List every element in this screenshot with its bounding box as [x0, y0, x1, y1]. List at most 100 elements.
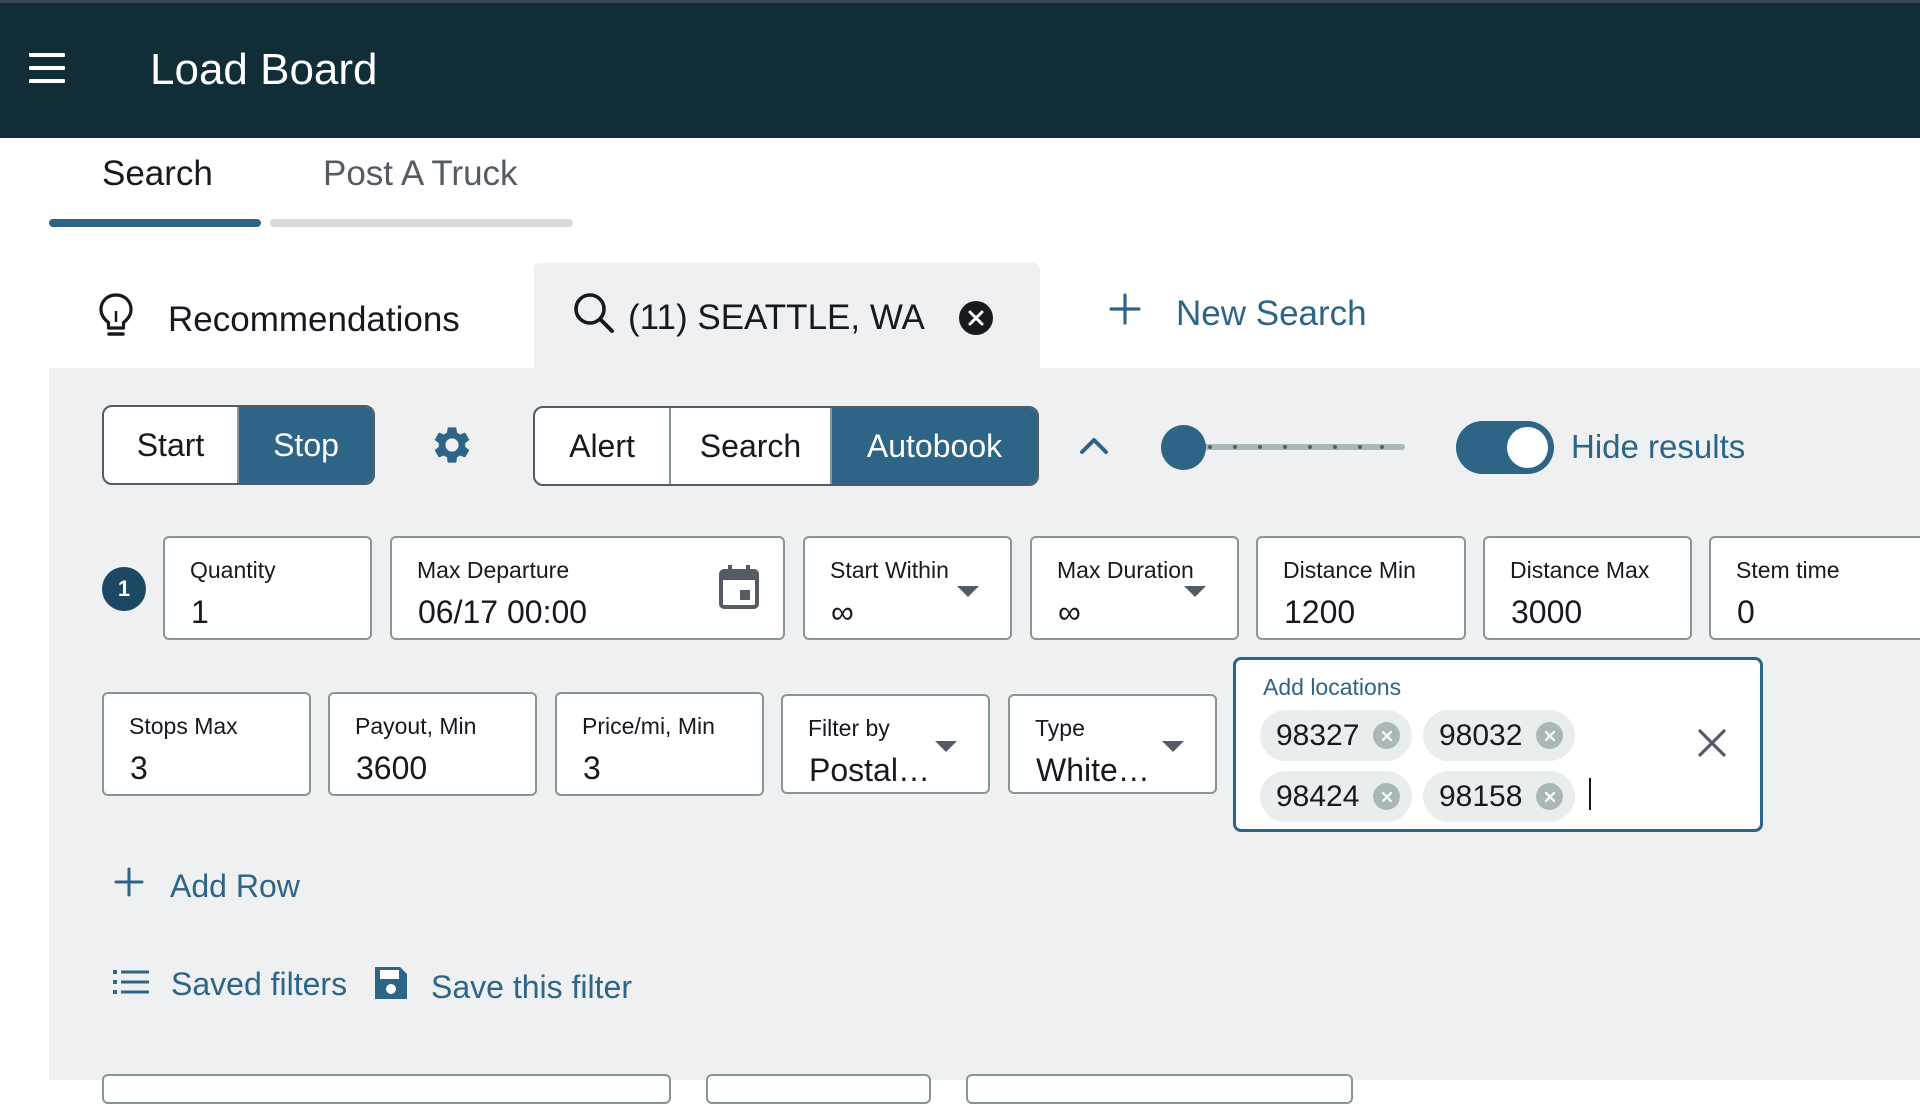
chevron-up-icon[interactable]	[1078, 434, 1110, 461]
plus-icon	[1108, 292, 1142, 335]
slider-tick	[1283, 445, 1287, 449]
bottom-field-partial[interactable]	[102, 1074, 671, 1104]
chevron-down-icon	[957, 586, 979, 597]
new-search-button[interactable]: New Search	[1108, 292, 1367, 335]
start-stop-toggle: Start Stop	[102, 405, 375, 485]
distance-min-value: 1200	[1284, 594, 1356, 630]
max-duration-value: ∞	[1058, 594, 1081, 630]
save-this-filter-button[interactable]: Save this filter	[373, 965, 632, 1009]
mode-search-button[interactable]: Search	[671, 408, 832, 484]
distance-min-label: Distance Min	[1283, 557, 1416, 583]
chevron-down-icon	[1184, 586, 1206, 597]
slider-track[interactable]	[1183, 444, 1405, 450]
filter-by-dropdown[interactable]: Filter by Postal…	[781, 694, 990, 794]
tab-active-search[interactable]: (11) SEATTLE, WA	[572, 291, 993, 344]
remove-chip-icon[interactable]	[1536, 783, 1564, 810]
remove-chip-icon[interactable]	[1536, 722, 1564, 749]
location-chip-label: 98158	[1439, 779, 1523, 813]
remove-chip-icon[interactable]	[1373, 722, 1401, 749]
location-chip: 98424	[1260, 771, 1413, 822]
max-duration-label: Max Duration	[1057, 557, 1194, 583]
type-dropdown[interactable]: Type White…	[1008, 694, 1217, 794]
chevron-down-icon	[1162, 741, 1184, 752]
start-within-label: Start Within	[830, 557, 949, 583]
payout-min-label: Payout, Min	[355, 713, 477, 739]
chevron-down-icon	[935, 741, 957, 752]
location-chip: 98158	[1423, 771, 1576, 822]
payout-min-field[interactable]: Payout, Min 3600	[328, 692, 537, 796]
stops-max-label: Stops Max	[129, 713, 238, 739]
type-label: Type	[1035, 715, 1085, 741]
quantity-field[interactable]: Quantity 1	[163, 536, 372, 640]
list-icon	[113, 966, 149, 1003]
hide-results-toggle[interactable]	[1456, 421, 1554, 474]
distance-max-label: Distance Max	[1510, 557, 1650, 583]
quantity-value: 1	[191, 594, 209, 630]
app-title: Load Board	[150, 45, 378, 94]
location-chip-label: 98424	[1276, 779, 1360, 813]
menu-icon[interactable]	[29, 53, 65, 83]
calendar-icon[interactable]	[718, 564, 760, 615]
add-locations-input[interactable]: Add locations 98327 98032 98424 98158	[1233, 657, 1763, 832]
lightbulb-icon	[98, 292, 134, 347]
price-per-mile-min-label: Price/mi, Min	[582, 713, 715, 739]
app-header: Load Board	[0, 0, 1920, 138]
add-row-button[interactable]: Add Row	[114, 867, 300, 905]
start-within-value: ∞	[831, 594, 854, 630]
hide-results-label[interactable]: Hide results	[1571, 428, 1745, 466]
mode-autobook-button[interactable]: Autobook	[832, 408, 1037, 484]
start-within-dropdown[interactable]: Start Within ∞	[803, 536, 1012, 640]
stem-time-value: 0	[1737, 594, 1755, 630]
remove-chip-icon[interactable]	[1373, 783, 1401, 810]
stops-max-field[interactable]: Stops Max 3	[102, 692, 311, 796]
tab-recommendations[interactable]: Recommendations	[98, 292, 460, 347]
start-button[interactable]: Start	[104, 407, 239, 483]
stop-button[interactable]: Stop	[239, 407, 373, 483]
close-search-tab-icon[interactable]	[958, 300, 993, 335]
add-locations-label: Add locations	[1263, 674, 1402, 700]
tab-post-a-truck[interactable]: Post A Truck	[323, 154, 518, 194]
payout-min-value: 3600	[356, 750, 428, 786]
text-cursor	[1589, 778, 1591, 810]
price-per-mile-min-field[interactable]: Price/mi, Min 3	[555, 692, 764, 796]
slider-tick	[1233, 445, 1237, 449]
mode-alert-button[interactable]: Alert	[535, 408, 671, 484]
max-duration-dropdown[interactable]: Max Duration ∞	[1030, 536, 1239, 640]
gear-icon[interactable]	[430, 423, 474, 472]
toggle-knob	[1507, 427, 1548, 468]
clear-locations-icon[interactable]	[1697, 728, 1727, 763]
plus-icon	[114, 867, 144, 905]
saved-filters-button[interactable]: Saved filters	[113, 966, 347, 1003]
slider-tick	[1208, 445, 1212, 449]
stem-time-field[interactable]: Stem time 0	[1709, 536, 1920, 640]
distance-min-field[interactable]: Distance Min 1200	[1256, 536, 1466, 640]
stem-time-label: Stem time	[1736, 557, 1840, 583]
slider-tick	[1358, 445, 1362, 449]
max-departure-value: 06/17 00:00	[418, 594, 588, 630]
stops-max-value: 3	[130, 750, 148, 786]
distance-max-field[interactable]: Distance Max 3000	[1483, 536, 1692, 640]
bottom-field-partial[interactable]	[966, 1074, 1353, 1104]
filter-by-label: Filter by	[808, 715, 890, 741]
mode-selector: Alert Search Autobook	[533, 406, 1039, 486]
row-number-badge: 1	[102, 567, 146, 611]
new-search-label: New Search	[1176, 293, 1367, 333]
bottom-field-partial[interactable]	[706, 1074, 931, 1104]
save-this-filter-label: Save this filter	[431, 968, 632, 1005]
max-departure-label: Max Departure	[417, 557, 570, 583]
slider-tick	[1258, 445, 1262, 449]
tab-active-search-label: (11) SEATTLE, WA	[628, 297, 925, 337]
search-icon	[572, 291, 616, 344]
location-chip: 98327	[1260, 710, 1413, 761]
saved-filters-label: Saved filters	[171, 966, 348, 1002]
location-chip: 98032	[1423, 710, 1576, 761]
slider-thumb[interactable]	[1161, 425, 1206, 470]
tab-search[interactable]: Search	[102, 154, 213, 194]
tab-recommendations-label: Recommendations	[168, 299, 460, 339]
slider-tick	[1380, 445, 1384, 449]
location-chip-label: 98032	[1439, 718, 1523, 752]
add-row-label: Add Row	[170, 867, 300, 904]
type-value: White…	[1036, 752, 1150, 788]
location-chip-label: 98327	[1276, 718, 1360, 752]
max-departure-field[interactable]: Max Departure 06/17 00:00	[390, 536, 785, 640]
